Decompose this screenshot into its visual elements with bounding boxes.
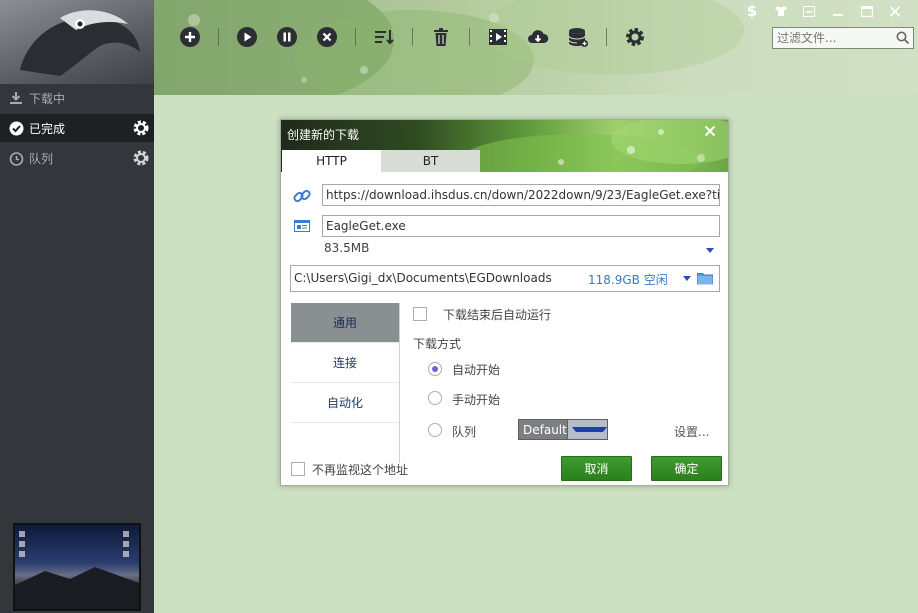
- save-path: C:\Users\Gigi_dx\Documents\EGDownloads: [294, 271, 552, 285]
- mini-mode-button[interactable]: [798, 2, 820, 20]
- toolbar-separator: [469, 28, 470, 46]
- toolbar-separator: [606, 28, 607, 46]
- cloud-download-button[interactable]: [526, 25, 550, 49]
- search-icon[interactable]: [896, 31, 910, 48]
- tab-bt[interactable]: BT: [381, 150, 480, 172]
- settings-link[interactable]: 设置...: [674, 423, 709, 440]
- video-button[interactable]: [486, 25, 510, 49]
- download-icon: [8, 90, 24, 106]
- mini-icon: [803, 5, 815, 17]
- sidebar-item-completed[interactable]: 已完成: [0, 114, 154, 142]
- sidebar-item-label: 队列: [29, 151, 54, 166]
- dialog-header: 创建新的下载 HTTP BT: [281, 120, 728, 172]
- link-icon: [291, 185, 313, 207]
- sort-button[interactable]: [372, 25, 396, 49]
- download-mode-label: 下载方式: [413, 337, 462, 351]
- maximize-icon: [861, 5, 873, 17]
- file-icon: [291, 215, 313, 237]
- auto-run-checkbox[interactable]: [413, 307, 427, 321]
- auto-run-label: 下载结束后自动运行: [443, 308, 552, 322]
- add-icon: [180, 27, 200, 47]
- dialog-close-icon[interactable]: [702, 123, 718, 139]
- tab-general[interactable]: 通用: [291, 303, 399, 343]
- gear-icon[interactable]: [132, 149, 150, 167]
- ok-button[interactable]: 确定: [651, 456, 722, 481]
- dollar-icon: $: [746, 2, 758, 20]
- manual-start-label: 手动开始: [452, 393, 501, 407]
- new-download-dialog: 创建新的下载 HTTP BT https://download.ihsdus.c…: [280, 119, 729, 486]
- pause-icon: [277, 27, 297, 47]
- desktop-thumbnail: [13, 523, 141, 611]
- database-add-icon: [568, 28, 588, 47]
- dollar-button[interactable]: $: [741, 2, 763, 20]
- settings-button[interactable]: [623, 25, 647, 49]
- manual-start-radio[interactable]: [428, 391, 442, 405]
- start-button[interactable]: [235, 25, 259, 49]
- folder-icon[interactable]: [697, 271, 713, 288]
- tab-http[interactable]: HTTP: [282, 150, 381, 172]
- queue-select-value: Default: [523, 422, 567, 437]
- play-icon: [237, 27, 257, 47]
- sidebar-item-label: 下载中: [29, 91, 66, 106]
- delete-button[interactable]: [429, 25, 453, 49]
- check-circle-icon: [8, 120, 24, 136]
- url-input[interactable]: https://download.ihsdus.cn/down/2022down…: [322, 184, 720, 206]
- auto-start-radio[interactable]: [428, 362, 442, 376]
- stop-button[interactable]: [315, 25, 339, 49]
- trash-icon: [434, 28, 448, 46]
- toolbar-separator: [412, 28, 413, 46]
- options-tabs: 通用 连接 自动化: [291, 303, 400, 463]
- queue-label: 队列: [452, 425, 477, 439]
- minimize-icon: [833, 13, 843, 16]
- clock-icon: [8, 150, 24, 166]
- path-dropdown-icon[interactable]: [683, 276, 691, 281]
- sidebar: 下载中 已完成 队列: [0, 0, 154, 613]
- add-button[interactable]: [178, 25, 202, 49]
- shirt-icon: [775, 6, 787, 16]
- video-icon: [489, 29, 507, 45]
- queue-select[interactable]: Default: [518, 419, 608, 440]
- cloud-download-icon: [528, 30, 549, 43]
- queue-radio[interactable]: [428, 423, 442, 437]
- maximize-button[interactable]: [856, 2, 878, 20]
- chevron-down-icon[interactable]: [566, 420, 607, 439]
- dialog-title: 创建新的下载: [287, 128, 360, 142]
- minimize-button[interactable]: [827, 2, 849, 20]
- settings-icon: [626, 28, 644, 46]
- sidebar-item-downloading[interactable]: 下载中: [0, 84, 154, 112]
- close-icon: [889, 5, 901, 17]
- close-button[interactable]: [884, 2, 906, 20]
- cancel-button[interactable]: 取消: [561, 456, 632, 481]
- toolbar: [178, 24, 663, 50]
- skin-button[interactable]: [770, 2, 792, 20]
- filter-search-box[interactable]: [772, 27, 914, 49]
- eagle-logo: [0, 0, 154, 84]
- toolbar-separator: [218, 28, 219, 46]
- sort-icon: [375, 30, 394, 45]
- no-monitor-label: 不再监视这个地址: [312, 463, 409, 477]
- gear-icon[interactable]: [132, 119, 150, 137]
- auto-start-label: 自动开始: [452, 363, 501, 377]
- sidebar-item-queue[interactable]: 队列: [0, 144, 154, 172]
- tab-automation[interactable]: 自动化: [291, 383, 399, 423]
- toolbar-separator: [355, 28, 356, 46]
- details-dropdown-icon[interactable]: [706, 248, 714, 253]
- pause-button[interactable]: [275, 25, 299, 49]
- stop-icon: [317, 27, 337, 47]
- filename-input[interactable]: EagleGet.exe: [322, 215, 720, 237]
- save-path-box[interactable]: C:\Users\Gigi_dx\Documents\EGDownloads 1…: [290, 265, 720, 292]
- file-size: 83.5MB: [324, 241, 370, 255]
- tab-connection[interactable]: 连接: [291, 343, 399, 383]
- search-input[interactable]: [777, 31, 887, 45]
- database-add-button[interactable]: [566, 25, 590, 49]
- sidebar-item-label: 已完成: [29, 121, 66, 136]
- free-space: 118.9GB 空闲: [588, 273, 668, 287]
- no-monitor-checkbox[interactable]: [291, 462, 305, 476]
